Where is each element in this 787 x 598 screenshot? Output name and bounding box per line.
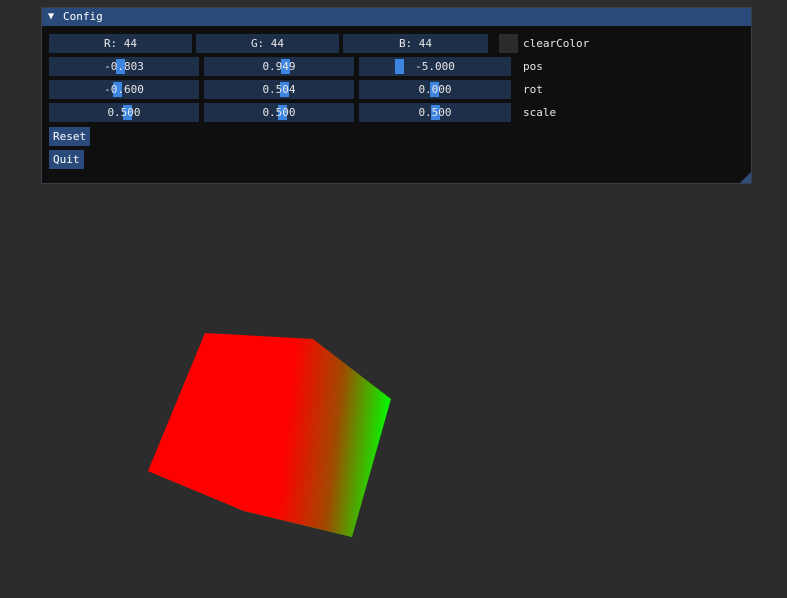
rot-z-slider[interactable]: 0.000 bbox=[359, 80, 511, 99]
scale-x-value: 0.500 bbox=[107, 106, 141, 119]
pos-row: -0.803 0.949 -5.000 pos bbox=[49, 57, 749, 76]
clear-color-b-field[interactable]: B: 44 bbox=[343, 34, 488, 53]
clear-color-g-field[interactable]: G: 44 bbox=[196, 34, 339, 53]
pos-z-slider[interactable]: -5.000 bbox=[359, 57, 511, 76]
clear-color-swatch[interactable] bbox=[499, 34, 518, 53]
clear-color-label: clearColor bbox=[523, 37, 590, 50]
rot-z-value: 0.000 bbox=[418, 83, 452, 96]
rot-y-value: 0.504 bbox=[262, 83, 296, 96]
triangle-down-icon[interactable]: ▼ bbox=[48, 11, 54, 23]
pos-z-value: -5.000 bbox=[415, 60, 455, 73]
scale-y-value: 0.500 bbox=[262, 106, 296, 119]
pos-y-value: 0.949 bbox=[262, 60, 296, 73]
config-window[interactable]: ▼ Config R: 44 G: 44 B: 44 clearColor -0… bbox=[41, 7, 752, 184]
scale-z-value: 0.500 bbox=[418, 106, 452, 119]
window-title-bar[interactable]: ▼ Config bbox=[42, 8, 751, 26]
rot-y-slider[interactable]: 0.504 bbox=[204, 80, 354, 99]
scale-label: scale bbox=[523, 106, 557, 119]
rot-x-slider[interactable]: -0.600 bbox=[49, 80, 199, 99]
rot-row: -0.600 0.504 0.000 rot bbox=[49, 80, 749, 99]
quit-button[interactable]: Quit bbox=[49, 150, 84, 169]
pos-z-grab[interactable] bbox=[395, 59, 404, 74]
pos-y-slider[interactable]: 0.949 bbox=[204, 57, 354, 76]
clear-color-g-value: G: 44 bbox=[250, 37, 285, 50]
reset-button[interactable]: Reset bbox=[49, 127, 91, 146]
scale-x-slider[interactable]: 0.500 bbox=[49, 103, 199, 122]
clear-color-r-field[interactable]: R: 44 bbox=[49, 34, 192, 53]
clear-color-r-value: R: 44 bbox=[103, 37, 138, 50]
clear-color-b-value: B: 44 bbox=[398, 37, 433, 50]
scale-row: 0.500 0.500 0.500 scale bbox=[49, 103, 749, 122]
window-title: Config bbox=[63, 10, 103, 23]
cube-front-face bbox=[148, 333, 391, 537]
pos-x-value: -0.803 bbox=[104, 60, 144, 73]
rot-x-value: -0.600 bbox=[104, 83, 144, 96]
clear-color-row: R: 44 G: 44 B: 44 clearColor bbox=[49, 34, 749, 53]
pos-label: pos bbox=[523, 60, 543, 73]
resize-grip-icon[interactable] bbox=[740, 172, 751, 183]
rot-label: rot bbox=[523, 83, 543, 96]
pos-x-slider[interactable]: -0.803 bbox=[49, 57, 199, 76]
scale-z-slider[interactable]: 0.500 bbox=[359, 103, 511, 122]
scale-y-slider[interactable]: 0.500 bbox=[204, 103, 354, 122]
